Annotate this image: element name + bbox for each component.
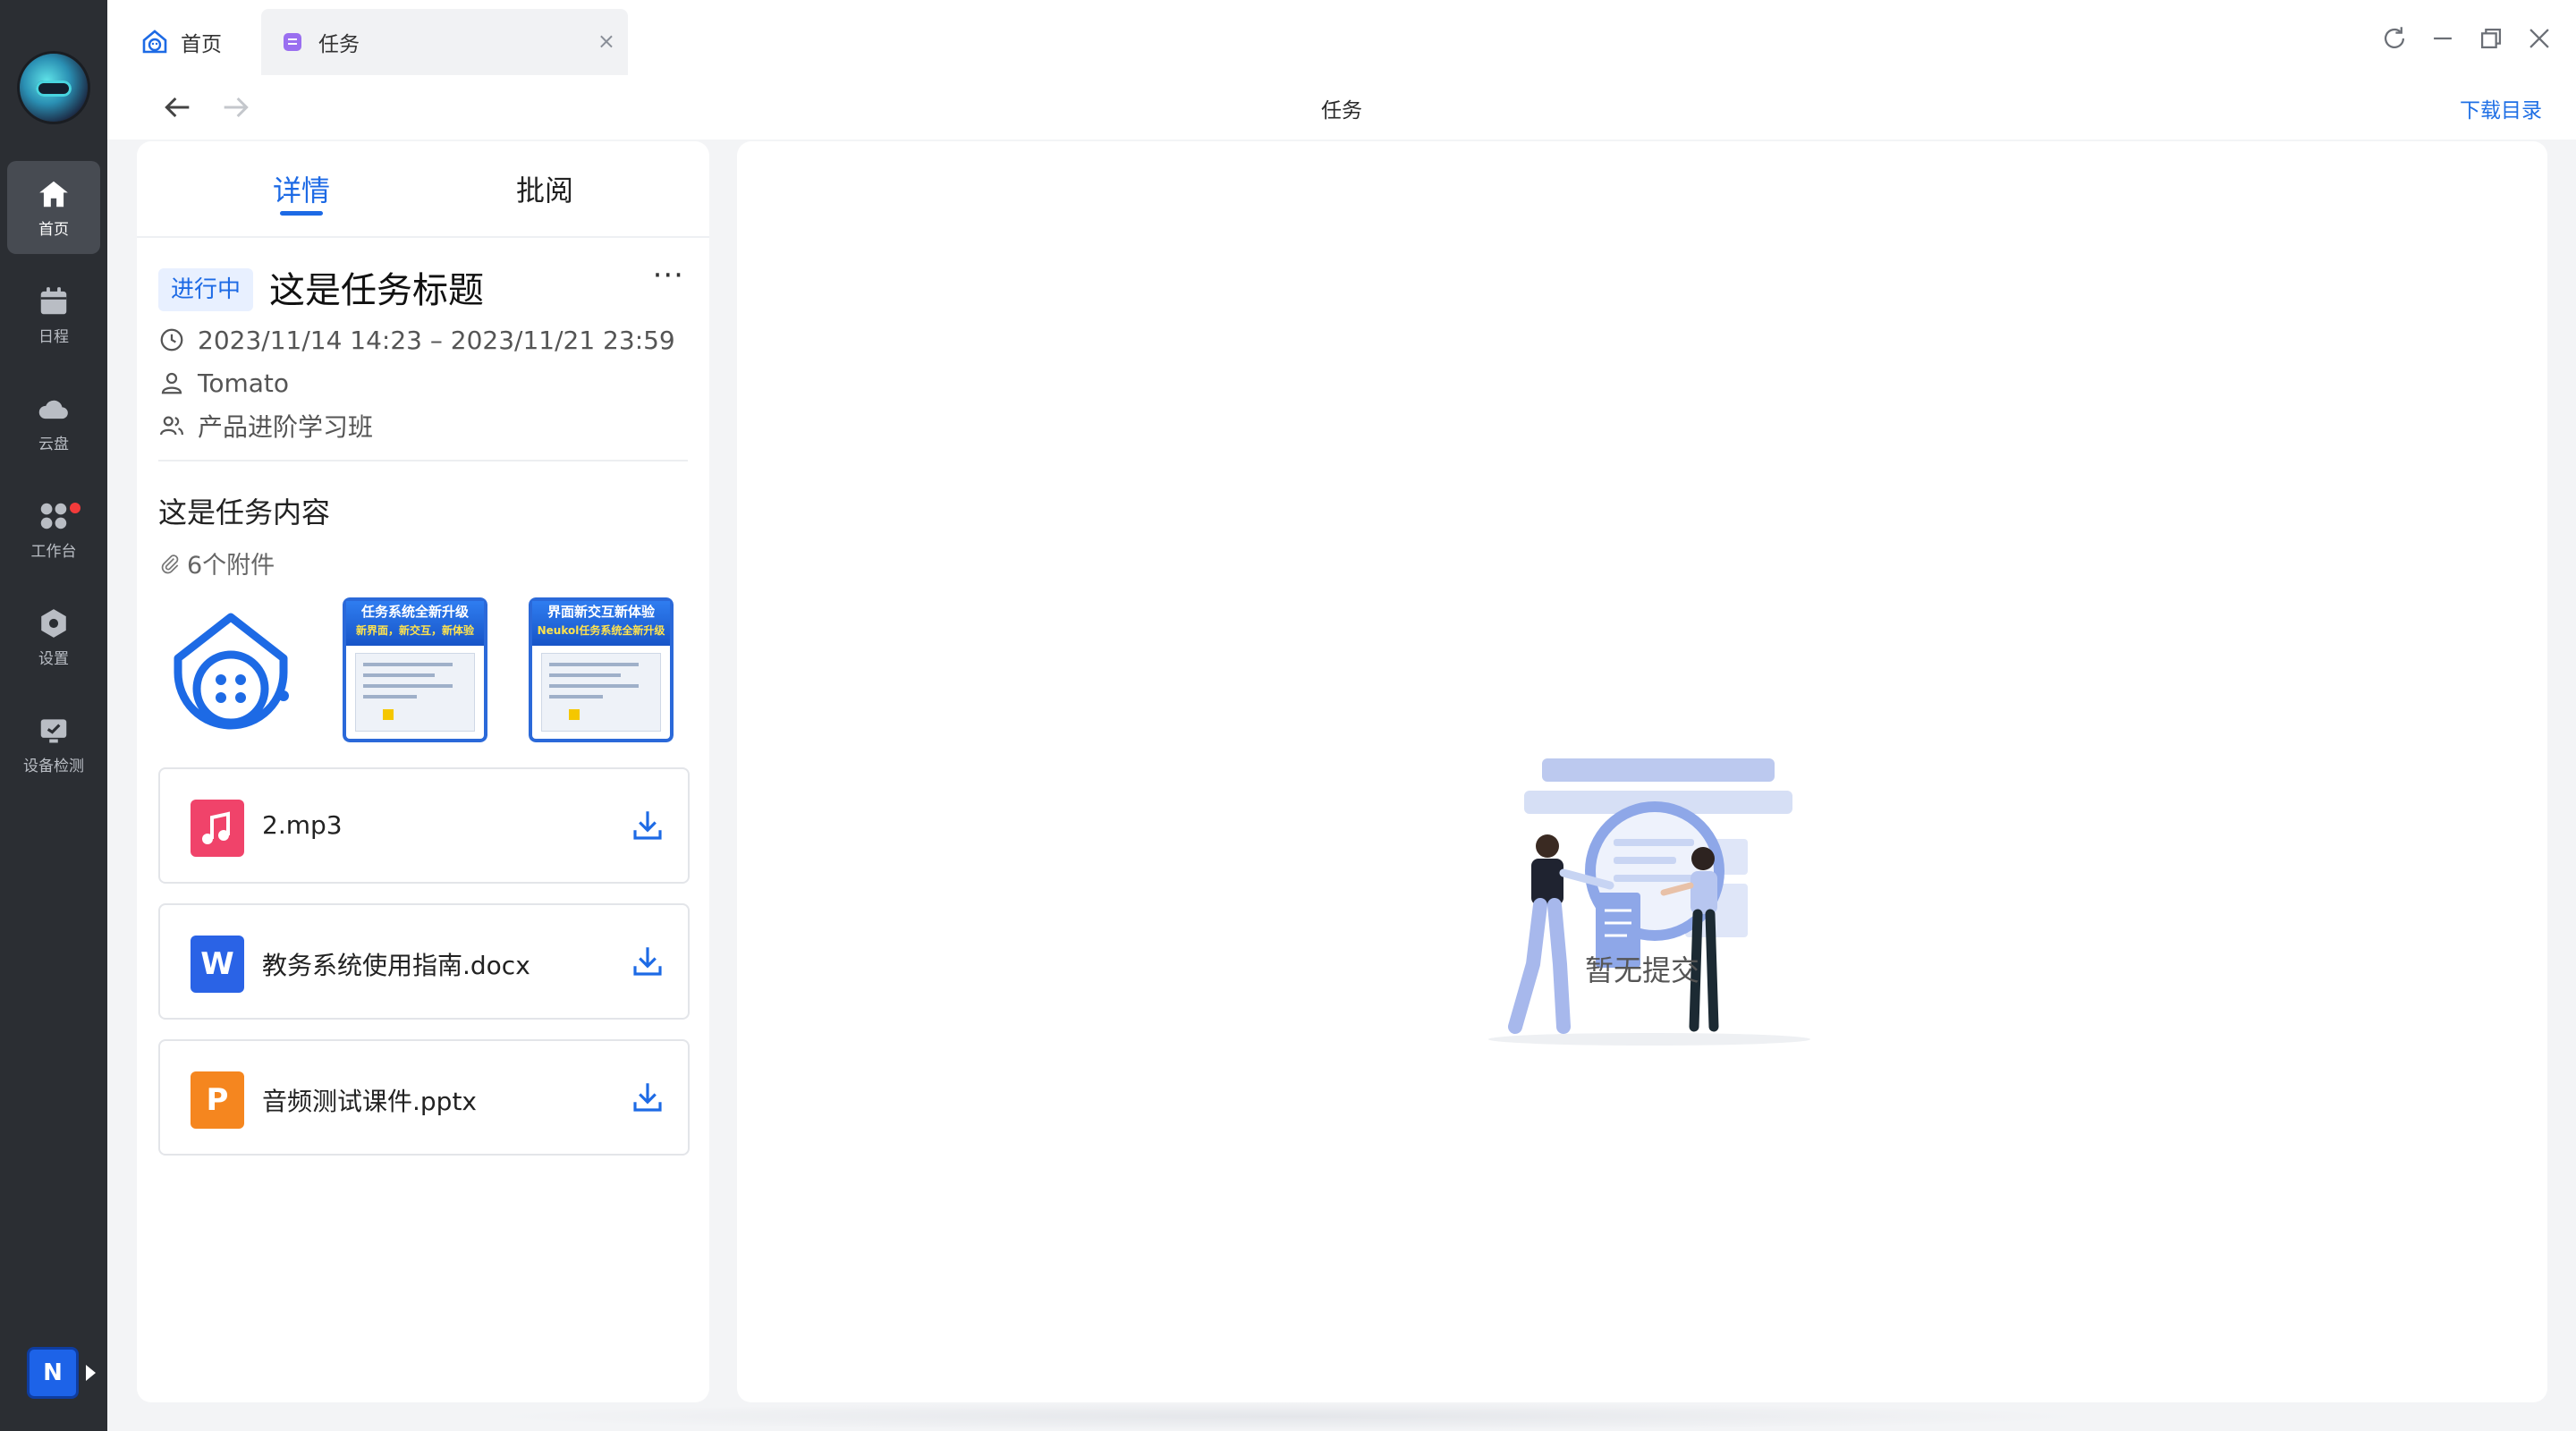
navigation-row: 任务 下载目录 [107,75,2576,140]
thumbnail-headline: 任务系统全新升级 [360,604,469,620]
more-options-button[interactable]: ··· [653,258,684,293]
review-panel: 暂无提交 [737,141,2547,1402]
cloud-icon [38,400,68,419]
status-badge: 进行中 [158,268,254,311]
thumbnail-subline: 新界面，新交互，新体验 [355,624,474,637]
image-attachment-thumbnail[interactable] [158,597,303,742]
sidebar-item-label: 日程 [38,328,69,346]
task-title: 这是任务标题 [269,270,484,311]
tab-detail[interactable]: 详情 [273,168,330,209]
forward-arrow-icon[interactable] [218,89,254,125]
file-attachment-card[interactable]: P 音频测试课件.pptx [158,1039,690,1156]
download-icon[interactable] [629,807,666,844]
image-attachment-thumbnail[interactable]: 任务系统全新升级 新界面，新交互，新体验 [343,597,487,742]
sidebar-item-label: 首页 [38,221,69,239]
page-title: 任务 [1321,99,1362,123]
robot-logo-image [174,613,289,730]
owner-name: Tomato [198,368,290,398]
calendar-icon [40,287,67,315]
restore-icon[interactable] [2476,23,2506,54]
tab-bar: 首页 任务 × [107,0,2576,75]
home-icon [39,181,68,207]
sidebar-item-label: 设备检测 [23,758,84,775]
settings-icon [41,609,66,638]
close-tab-icon[interactable]: × [597,29,615,54]
screenshot-image: 界面新交互新体验 Neukol任务系统全新升级 [529,597,674,742]
task-content: 这是任务内容 [158,495,331,529]
image-attachment-thumbnail[interactable]: 界面新交互新体验 Neukol任务系统全新升级 [529,597,674,742]
download-icon[interactable] [629,1079,666,1116]
refresh-icon[interactable] [2379,23,2410,54]
attachment-count-label: 6个附件 [187,552,275,580]
empty-state-text: 暂无提交 [1584,953,1699,987]
thumbnail-subline: Neukol任务系统全新升级 [537,624,665,637]
file-name: 教务系统使用指南.docx [262,951,530,980]
divider [137,236,709,238]
app-logo[interactable] [20,54,88,122]
file-name: 音频测试课件.pptx [262,1087,477,1116]
group-row: 产品进阶学习班 [158,408,373,444]
apps-icon [40,503,67,529]
sidebar-item-settings[interactable]: 设置 [7,590,100,683]
ppt-file-icon: P [191,1071,244,1129]
time-range: 2023/11/14 14:23 – 2023/11/21 23:59 [198,325,675,355]
tab-home-label: 首页 [181,33,222,56]
empty-state-illustration [1488,758,1810,1046]
group-icon [160,416,183,436]
tab-task-label: 任务 [318,33,360,56]
notification-dot [70,503,80,513]
sidebar-item-cloud[interactable]: 云盘 [7,376,100,469]
download-icon[interactable] [629,943,666,980]
task-icon [279,29,306,55]
sidebar-item-workbench[interactable]: 工作台 [7,483,100,576]
music-file-icon [191,800,244,857]
sidebar-item-label: 工作台 [30,543,77,561]
bottom-shadow [483,1402,2093,1431]
sidebar-item-calendar[interactable]: 日程 [7,268,100,361]
home-robot-icon [141,29,168,55]
device-check-icon [40,719,67,743]
task-detail-panel: 详情 批阅 进行中 这是任务标题 ··· 2023/11/14 14:23 – … [137,141,709,1402]
minimize-icon[interactable] [2428,23,2458,54]
word-file-icon: W [191,936,244,993]
thumbnail-headline: 界面新交互新体验 [547,604,655,620]
screenshot-image: 任务系统全新升级 新界面，新交互，新体验 [343,597,487,742]
sidebar-item-home[interactable]: 首页 [7,161,100,254]
user-icon [161,372,182,394]
download-directory-link[interactable]: 下载目录 [2460,93,2542,123]
attachment-count: 6个附件 [158,546,275,580]
active-tab-indicator [280,211,323,216]
clock-icon [160,328,183,351]
file-attachment-card[interactable]: W 教务系统使用指南.docx [158,903,690,1020]
close-window-icon[interactable] [2524,23,2555,54]
owner-row: Tomato [158,365,289,401]
sidebar: 首页 日程 云盘 工作台 设置 设备检测 N [0,0,107,1431]
sidebar-item-label: 云盘 [38,436,69,453]
tab-task[interactable]: 任务 × [261,9,628,75]
back-arrow-icon[interactable] [159,89,195,125]
group-name: 产品进阶学习班 [198,412,374,442]
sidebar-item-device-check[interactable]: 设备检测 [7,698,100,791]
expand-arrow-icon[interactable] [86,1365,96,1381]
user-badge-button[interactable]: N [27,1347,79,1399]
tab-review[interactable]: 批阅 [516,168,573,209]
file-name: 2.mp3 [262,810,343,840]
time-range-row: 2023/11/14 14:23 – 2023/11/21 23:59 [158,322,675,358]
sidebar-item-label: 设置 [38,650,69,668]
paperclip-icon [161,554,179,573]
divider [158,460,688,461]
file-attachment-card[interactable]: 2.mp3 [158,767,690,884]
